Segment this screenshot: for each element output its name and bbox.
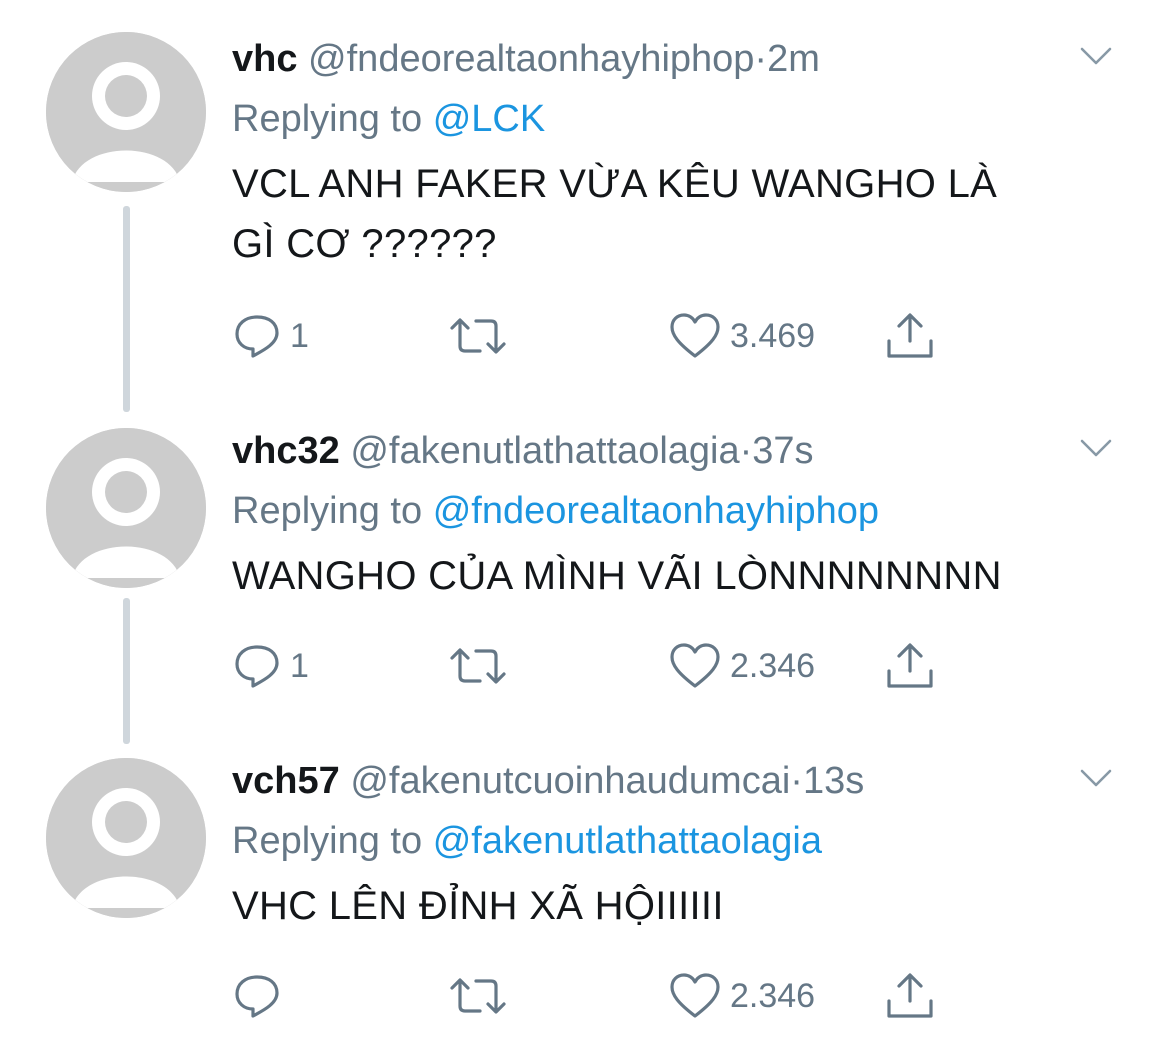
retweet-button[interactable] bbox=[448, 968, 516, 1024]
chevron-down-icon bbox=[1080, 47, 1112, 65]
timestamp[interactable]: 2m bbox=[767, 38, 820, 80]
chevron-down-icon bbox=[1080, 439, 1112, 457]
separator-dot: · bbox=[739, 430, 753, 472]
avatar[interactable] bbox=[46, 758, 206, 918]
default-avatar-icon bbox=[46, 758, 206, 918]
heart-icon bbox=[670, 313, 720, 358]
separator-dot: · bbox=[754, 38, 768, 80]
avatar[interactable] bbox=[46, 428, 206, 588]
tweet-text: VHC LÊN ĐỈNH XÃ HỘIIIIII bbox=[232, 876, 1130, 936]
separator-dot: · bbox=[790, 760, 803, 802]
reply-button[interactable]: 1 bbox=[232, 638, 309, 694]
like-count: 3.469 bbox=[730, 317, 816, 355]
like-button[interactable]: 3.469 bbox=[668, 308, 815, 364]
share-button[interactable] bbox=[884, 308, 936, 364]
retweet-icon bbox=[450, 978, 506, 1014]
heart-icon bbox=[670, 973, 720, 1018]
tweet-actions: 2.346 bbox=[232, 968, 952, 1024]
timestamp[interactable]: 13s bbox=[803, 760, 864, 802]
tweet-menu-button[interactable] bbox=[1076, 758, 1116, 798]
tweet-actions: 1 3.469 bbox=[232, 308, 952, 364]
default-avatar-icon bbox=[46, 32, 206, 192]
mention-link[interactable]: @fakenutlathattaolagia bbox=[433, 820, 822, 862]
reply-icon bbox=[235, 315, 279, 358]
share-icon bbox=[887, 643, 933, 688]
tweet-text: VCL ANH FAKER VỪA KÊU WANGHO LÀ GÌ CƠ ??… bbox=[232, 154, 1130, 274]
replying-to: Replying to @LCK bbox=[232, 96, 1130, 142]
retweet-icon bbox=[450, 318, 506, 354]
like-button[interactable]: 2.346 bbox=[668, 968, 815, 1024]
tweet-text-line: GÌ CƠ ?????? bbox=[232, 222, 497, 266]
tweet-header: vhc @fndeorealtaonhayhiphop·2m bbox=[232, 36, 1130, 82]
retweet-button[interactable] bbox=[448, 638, 516, 694]
tweet-text-line: VCL ANH FAKER VỪA KÊU WANGHO LÀ bbox=[232, 162, 998, 206]
user-handle[interactable]: @fakenutlathattaolagia bbox=[350, 430, 739, 472]
tweet-actions: 1 2.346 bbox=[232, 638, 952, 694]
chevron-down-icon bbox=[1080, 769, 1112, 787]
tweet-menu-button[interactable] bbox=[1076, 36, 1116, 76]
tweet-text-line: WANGHO CỦA MÌNH VÃI LÒNNNNNNNN bbox=[232, 554, 1002, 598]
share-button[interactable] bbox=[884, 968, 936, 1024]
heart-icon bbox=[670, 643, 720, 688]
reply-count: 1 bbox=[290, 317, 309, 355]
reply-button[interactable]: 1 bbox=[232, 308, 309, 364]
replying-to: Replying to @fakenutlathattaolagia bbox=[232, 818, 1130, 864]
user-handle[interactable]: @fndeorealtaonhayhiphop bbox=[308, 38, 754, 80]
tweet-3[interactable]: vch57 @fakenutcuoinhaudumcai·13s Replyin… bbox=[0, 740, 1170, 1044]
share-icon bbox=[887, 973, 933, 1018]
tweet-menu-button[interactable] bbox=[1076, 428, 1116, 468]
reply-button[interactable] bbox=[232, 968, 290, 1024]
thread-line bbox=[123, 598, 130, 744]
mention-link[interactable]: @fndeorealtaonhayhiphop bbox=[433, 490, 879, 532]
tweet-1[interactable]: vhc @fndeorealtaonhayhiphop·2m Replying … bbox=[0, 0, 1170, 412]
replying-to: Replying to @fndeorealtaonhayhiphop bbox=[232, 488, 1130, 534]
user-handle[interactable]: @fakenutcuoinhaudumcai bbox=[350, 760, 790, 802]
default-avatar-icon bbox=[46, 428, 206, 588]
replying-to-label: Replying to bbox=[232, 820, 423, 862]
replying-to-label: Replying to bbox=[232, 490, 423, 532]
thread-line bbox=[123, 206, 130, 412]
like-count: 2.346 bbox=[730, 647, 816, 685]
tweet-header: vch57 @fakenutcuoinhaudumcai·13s bbox=[232, 758, 1130, 804]
avatar[interactable] bbox=[46, 32, 206, 192]
reply-icon bbox=[235, 645, 279, 688]
tweet-2[interactable]: vhc32 @fakenutlathattaolagia·37s Replyin… bbox=[0, 410, 1170, 744]
share-icon bbox=[887, 313, 933, 358]
like-button[interactable]: 2.346 bbox=[668, 638, 815, 694]
mention-link[interactable]: @LCK bbox=[433, 98, 546, 140]
replying-to-label: Replying to bbox=[232, 98, 423, 140]
tweet-text-line: VHC LÊN ĐỈNH XÃ HỘIIIIII bbox=[232, 884, 724, 928]
display-name[interactable]: vhc bbox=[232, 38, 297, 80]
display-name[interactable]: vch57 bbox=[232, 760, 340, 802]
reply-count: 1 bbox=[290, 647, 309, 685]
timestamp[interactable]: 37s bbox=[752, 430, 813, 472]
reply-icon bbox=[235, 975, 279, 1018]
share-button[interactable] bbox=[884, 638, 936, 694]
like-count: 2.346 bbox=[730, 977, 816, 1015]
retweet-icon bbox=[450, 648, 506, 684]
tweet-header: vhc32 @fakenutlathattaolagia·37s bbox=[232, 428, 1130, 474]
retweet-button[interactable] bbox=[448, 308, 516, 364]
display-name[interactable]: vhc32 bbox=[232, 430, 340, 472]
tweet-text: WANGHO CỦA MÌNH VÃI LÒNNNNNNNN bbox=[232, 546, 1130, 606]
